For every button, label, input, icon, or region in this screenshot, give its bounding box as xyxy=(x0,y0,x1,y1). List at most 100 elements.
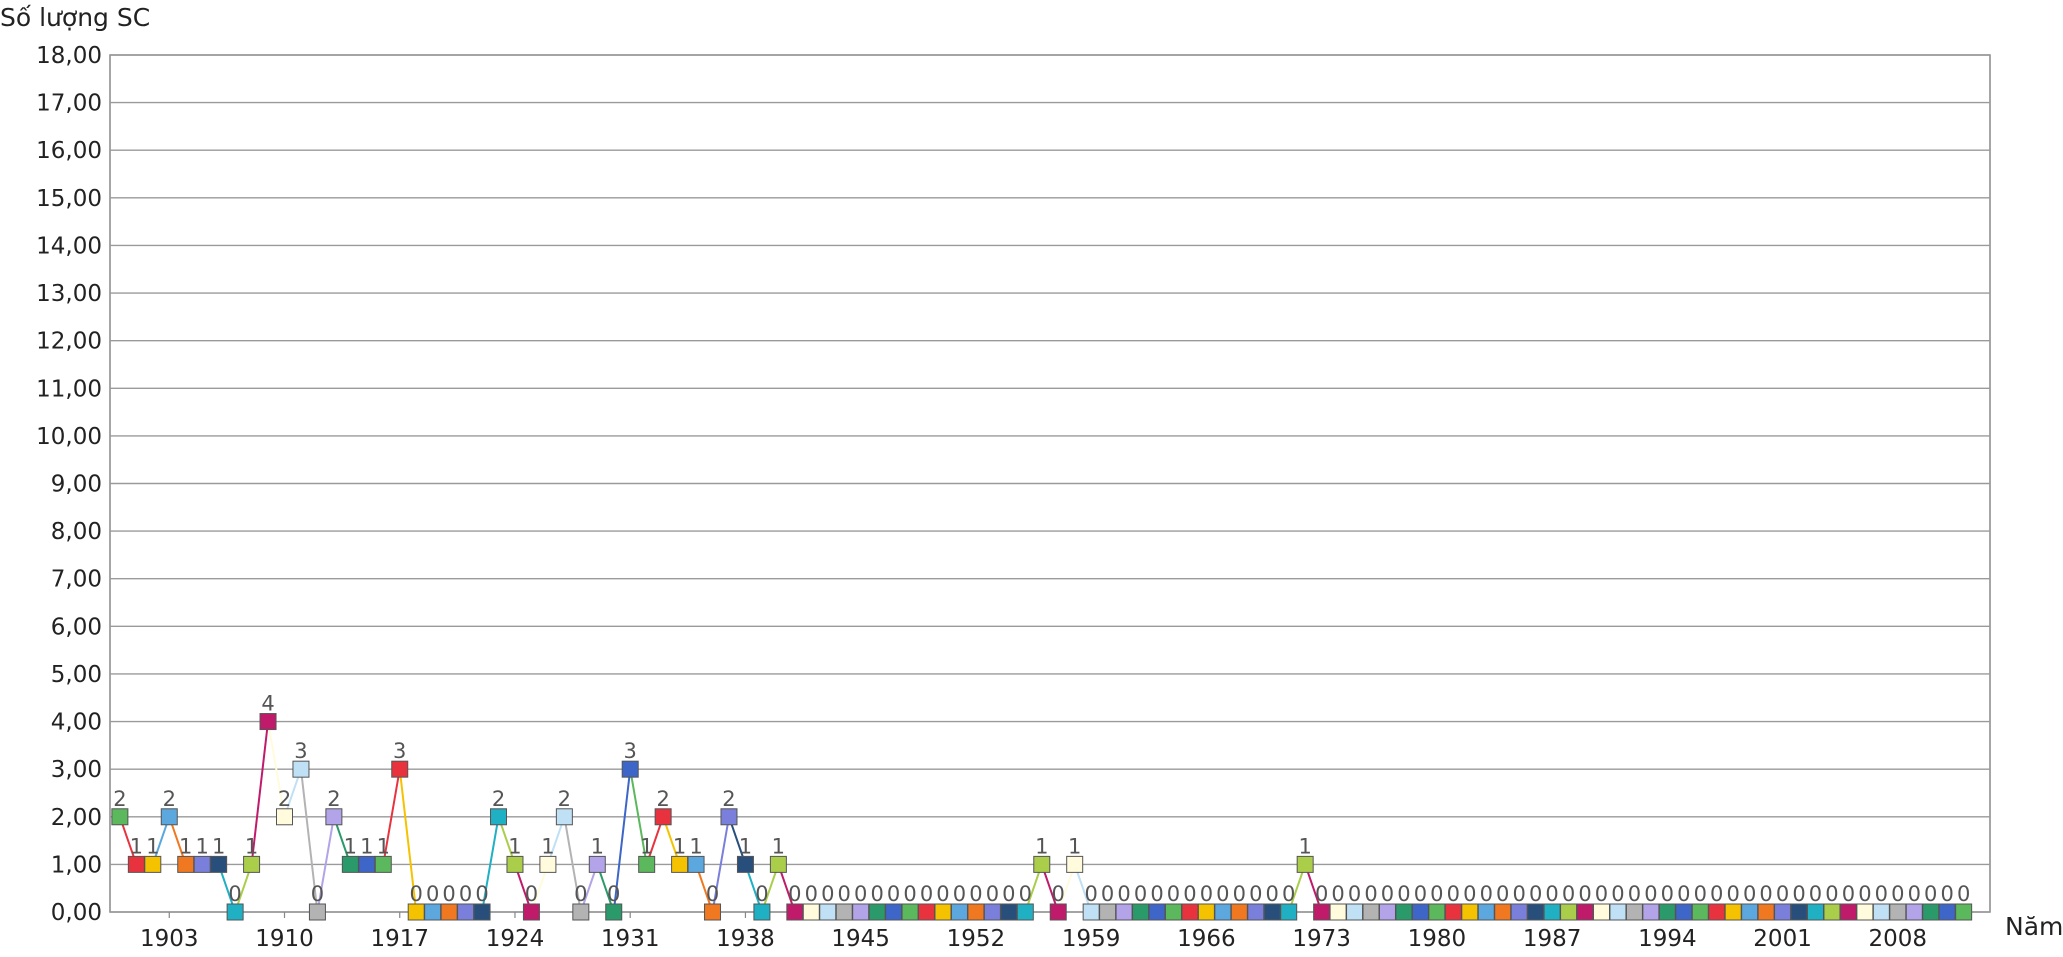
data-label: 0 xyxy=(1628,882,1641,906)
data-point xyxy=(1724,903,1742,921)
data-label: 1 xyxy=(377,834,390,858)
data-label: 0 xyxy=(1908,882,1921,906)
data-point xyxy=(1757,903,1775,921)
data-point xyxy=(1049,903,1067,921)
data-point xyxy=(1329,903,1347,921)
y-tick-label: 3,00 xyxy=(51,757,102,783)
data-label: 0 xyxy=(607,882,620,906)
data-point xyxy=(753,903,771,921)
data-label: 1 xyxy=(640,834,653,858)
data-point xyxy=(1033,855,1051,873)
data-point xyxy=(1082,903,1100,921)
y-axis-ticks: 0,00 1,00 2,00 3,00 4,00 5,00 6,00 7,00 8,00 9,00… xyxy=(36,43,102,926)
data-label: 1 xyxy=(344,834,357,858)
data-point xyxy=(835,903,853,921)
data-label: 0 xyxy=(1331,882,1344,906)
data-label: 1 xyxy=(130,834,143,858)
data-point xyxy=(1625,903,1643,921)
data-label: 0 xyxy=(1480,882,1493,906)
data-point xyxy=(1444,903,1462,921)
data-point xyxy=(127,855,145,873)
data-point xyxy=(1428,903,1446,921)
data-label: 0 xyxy=(1052,882,1065,906)
data-point xyxy=(1132,903,1150,921)
data-point xyxy=(1016,903,1034,921)
data-label: 0 xyxy=(706,882,719,906)
data-label: 0 xyxy=(903,882,916,906)
data-label: 0 xyxy=(1002,882,1015,906)
data-label: 0 xyxy=(1233,882,1246,906)
data-label: 0 xyxy=(1677,882,1690,906)
x-tick-label: 1966 xyxy=(1177,926,1236,952)
x-tick-label: 1973 xyxy=(1292,926,1351,952)
x-tick-label: 1994 xyxy=(1638,926,1697,952)
data-point xyxy=(1411,903,1429,921)
data-label: 0 xyxy=(805,882,818,906)
data-label: 0 xyxy=(1019,882,1032,906)
data-point xyxy=(374,855,392,873)
data-label: 0 xyxy=(311,882,324,906)
data-point xyxy=(1922,903,1940,921)
data-label: 0 xyxy=(953,882,966,906)
data-label: 0 xyxy=(870,882,883,906)
data-point xyxy=(555,808,573,826)
data-point xyxy=(1510,903,1528,921)
y-tick-label: 11,00 xyxy=(36,376,102,402)
data-label: 0 xyxy=(1842,882,1855,906)
data-label: 4 xyxy=(261,692,274,716)
data-label: 0 xyxy=(426,882,439,906)
data-label: 1 xyxy=(772,834,785,858)
data-point xyxy=(325,808,343,826)
data-label: 0 xyxy=(1578,882,1591,906)
y-tick-label: 16,00 xyxy=(36,138,102,164)
data-label: 0 xyxy=(1891,882,1904,906)
data-point xyxy=(1313,903,1331,921)
data-label: 0 xyxy=(1941,882,1954,906)
data-label: 0 xyxy=(1216,882,1229,906)
x-tick-label: 1980 xyxy=(1408,926,1467,952)
data-label: 0 xyxy=(1167,882,1180,906)
data-point xyxy=(1691,903,1709,921)
x-axis-title: Năm xyxy=(2005,912,2063,941)
data-label: 0 xyxy=(1957,882,1970,906)
data-point xyxy=(226,903,244,921)
data-label: 0 xyxy=(410,882,423,906)
data-point xyxy=(1774,903,1792,921)
data-label: 1 xyxy=(673,834,686,858)
data-label: 0 xyxy=(1661,882,1674,906)
y-tick-label: 6,00 xyxy=(51,614,102,640)
data-label: 0 xyxy=(969,882,982,906)
data-point xyxy=(358,855,376,873)
data-point xyxy=(1642,903,1660,921)
data-point xyxy=(918,903,936,921)
data-label: 0 xyxy=(1183,882,1196,906)
data-point xyxy=(1889,903,1907,921)
data-point xyxy=(687,855,705,873)
x-tick-label: 2008 xyxy=(1869,926,1928,952)
data-label: 0 xyxy=(1512,882,1525,906)
y-tick-label: 15,00 xyxy=(36,186,102,212)
data-label: 0 xyxy=(887,882,900,906)
data-point xyxy=(852,903,870,921)
data-point xyxy=(539,855,557,873)
data-label: 1 xyxy=(1298,834,1311,858)
data-label: 0 xyxy=(1200,882,1213,906)
data-label: 1 xyxy=(179,834,192,858)
data-label: 0 xyxy=(1282,882,1295,906)
data-point xyxy=(1806,903,1824,921)
data-label: 0 xyxy=(1117,882,1130,906)
data-point xyxy=(308,903,326,921)
data-label: 1 xyxy=(196,834,209,858)
y-tick-label: 10,00 xyxy=(36,424,102,450)
data-point xyxy=(522,903,540,921)
data-point xyxy=(1938,903,1956,921)
data-point xyxy=(1115,903,1133,921)
data-point xyxy=(1741,903,1759,921)
data-label: 3 xyxy=(294,739,307,763)
data-point xyxy=(259,713,277,731)
data-point xyxy=(1378,903,1396,921)
data-point xyxy=(572,903,590,921)
x-tick-label: 1910 xyxy=(255,926,314,952)
x-tick-label: 2001 xyxy=(1753,926,1812,952)
data-label: 1 xyxy=(591,834,604,858)
